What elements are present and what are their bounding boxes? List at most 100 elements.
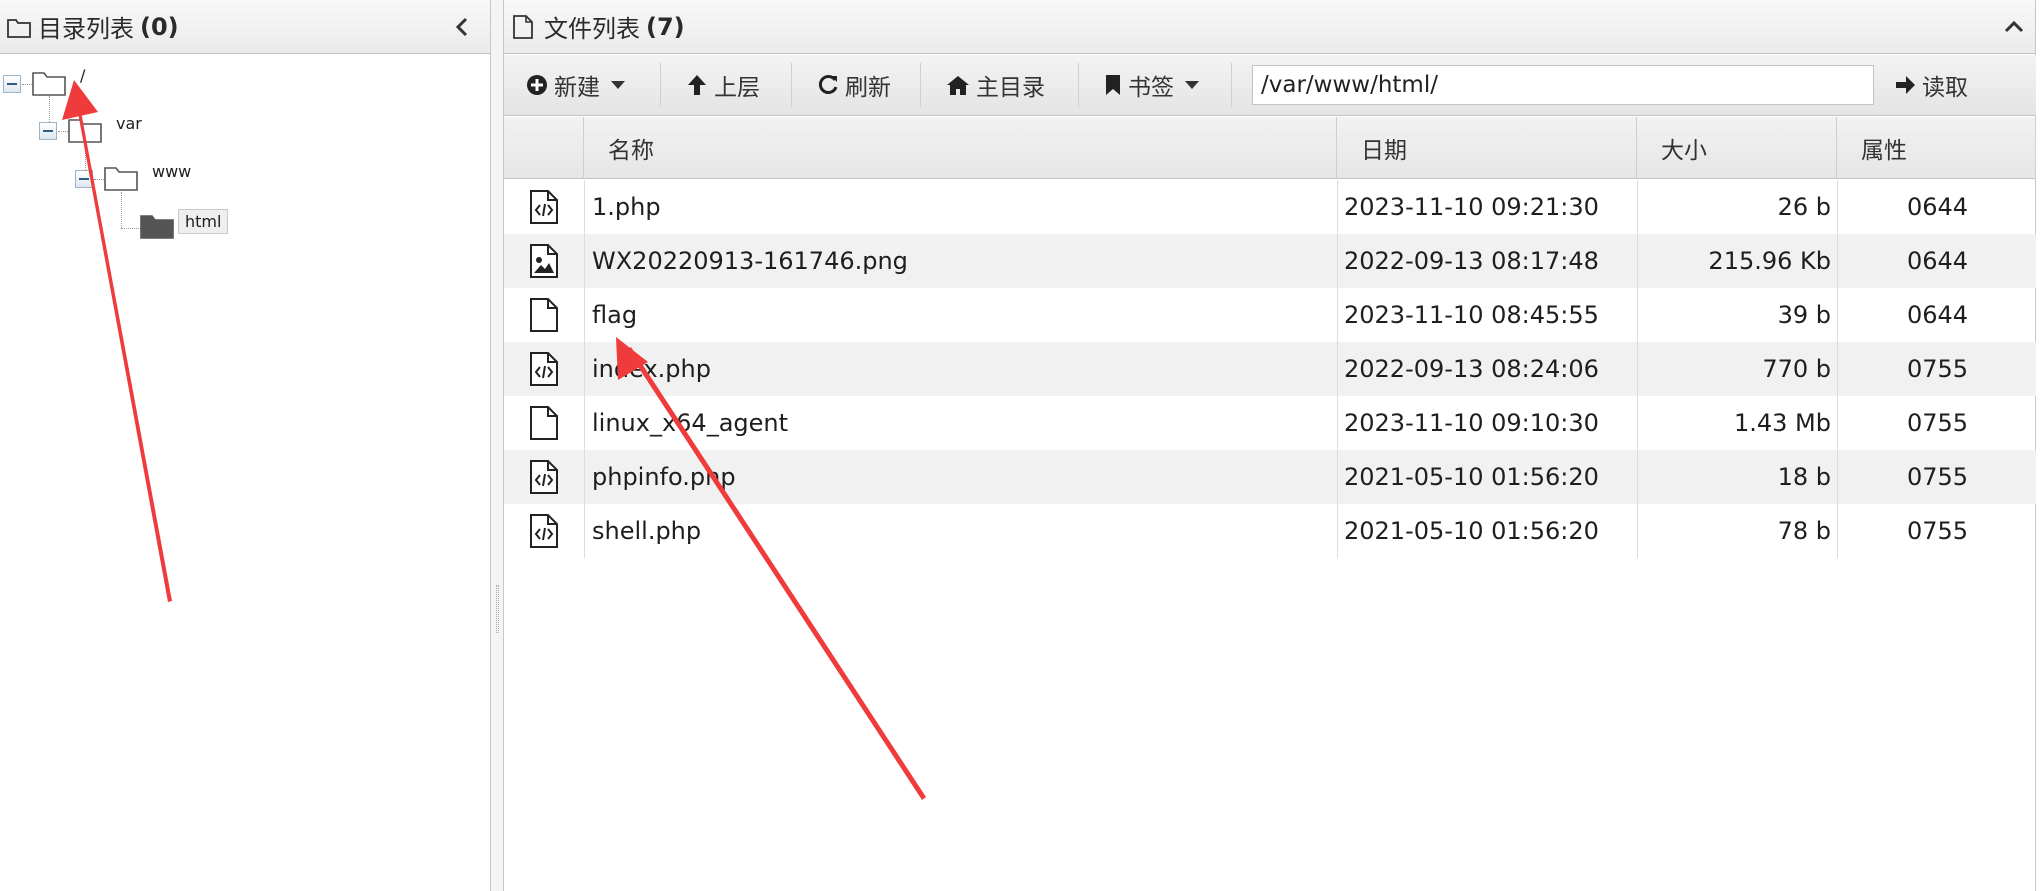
home-button[interactable]: 主目录 <box>946 65 1045 105</box>
tree-item-www[interactable]: www <box>146 160 197 183</box>
tree-collapse-toggle-root[interactable] <box>3 75 21 93</box>
file-row[interactable]: phpinfo.php 2021-05-10 01:56:20 18 b 075… <box>504 450 2036 504</box>
read-label: 读取 <box>1922 75 1968 101</box>
tree-item-html[interactable]: html <box>178 209 229 234</box>
directory-panel-title: 目录列表 <box>38 15 134 43</box>
collapse-file-panel-button[interactable] <box>1999 12 2029 42</box>
file-size: 1.43 Mb <box>1733 409 1831 437</box>
file-list-panel-header: 文件列表 (7) <box>504 0 2035 54</box>
file-size: 770 b <box>1762 355 1831 383</box>
file-list-panel-title: 文件列表 <box>544 15 640 43</box>
up-level-label: 上层 <box>714 75 760 101</box>
file-row[interactable]: index.php 2022-09-13 08:24:06 770 b 0755 <box>504 342 2036 396</box>
chevron-left-icon <box>455 17 468 37</box>
file-size: 26 b <box>1777 193 1831 221</box>
read-button[interactable]: 读取 <box>1894 65 1968 105</box>
up-level-button[interactable]: 上层 <box>686 65 760 105</box>
refresh-button[interactable]: 刷新 <box>817 65 891 105</box>
tree-connector <box>121 228 141 229</box>
file-date: 2023-11-10 09:10:30 <box>1344 409 1599 437</box>
file-row[interactable]: 1.php 2023-11-10 09:21:30 26 b 0644 <box>504 180 2036 234</box>
refresh-icon <box>818 75 838 94</box>
plus-circle-icon <box>527 75 547 95</box>
file-icon <box>512 14 538 40</box>
php-file-icon <box>524 504 564 558</box>
file-size: 78 b <box>1777 517 1831 545</box>
tree-item-root[interactable]: / <box>74 64 91 87</box>
file-attributes: 0644 <box>1907 301 1969 329</box>
file-date: 2022-09-13 08:24:06 <box>1344 355 1599 383</box>
column-header-icon <box>504 117 584 179</box>
caret-down-icon <box>1185 81 1199 89</box>
tree-collapse-toggle-var[interactable] <box>39 122 57 140</box>
file-date: 2022-09-13 08:17:48 <box>1344 247 1599 275</box>
tree-connector <box>94 179 104 180</box>
tree-connector <box>121 192 122 228</box>
column-header-date[interactable]: 日期 <box>1337 117 1637 179</box>
column-header-name[interactable]: 名称 <box>584 117 1337 179</box>
file-name: flag <box>592 301 638 329</box>
file-row[interactable]: flag 2023-11-10 08:45:55 39 b 0644 <box>504 288 2036 342</box>
file-date: 2023-11-10 09:21:30 <box>1344 193 1599 221</box>
collapse-left-panel-button[interactable] <box>448 12 476 42</box>
file-row[interactable]: linux_x64_agent 2023-11-10 09:10:30 1.43… <box>504 396 2036 450</box>
php-file-icon <box>524 450 564 504</box>
file-date: 2021-05-10 01:56:20 <box>1344 517 1599 545</box>
file-name: shell.php <box>592 517 702 545</box>
file-attributes: 0755 <box>1907 355 1969 383</box>
file-name: phpinfo.php <box>592 463 736 491</box>
tree-connector <box>22 84 32 85</box>
blank-file-icon <box>524 288 564 342</box>
tree-connector <box>58 131 68 132</box>
file-count: (7) <box>646 12 685 41</box>
php-file-icon <box>524 342 564 396</box>
folder-outline-icon <box>32 72 66 96</box>
file-name: linux_x64_agent <box>592 409 789 437</box>
php-file-icon <box>524 180 564 234</box>
bookmark-button[interactable]: 书签 <box>1104 65 1206 105</box>
folder-icon <box>6 14 32 40</box>
home-label: 主目录 <box>976 75 1045 101</box>
file-attributes: 0644 <box>1907 247 1969 275</box>
file-date: 2023-11-10 08:45:55 <box>1344 301 1599 329</box>
file-list-panel: 文件列表 (7) 新建 上层 刷新 主目录 书签 /var/www/html/ … <box>504 0 2036 891</box>
column-header-attributes[interactable]: 属性 <box>1837 117 2036 179</box>
tree-collapse-toggle-www[interactable] <box>75 170 93 188</box>
directory-panel-header: 目录列表 (0) <box>0 0 490 54</box>
folder-filled-icon <box>140 215 174 239</box>
file-name: WX20220913-161746.png <box>592 247 908 275</box>
file-toolbar: 新建 上层 刷新 主目录 书签 /var/www/html/ 读取 <box>504 55 2036 116</box>
tree-item-var[interactable]: var <box>110 112 148 135</box>
file-manager-window: 目录列表 (0) / var www html 文件列表 (7) 新建 上层 刷… <box>0 0 2044 891</box>
folder-outline-icon <box>104 167 138 191</box>
file-attributes: 0755 <box>1907 463 1969 491</box>
file-attributes: 0755 <box>1907 517 1969 545</box>
file-row[interactable]: WX20220913-161746.png 2022-09-13 08:17:4… <box>504 234 2036 288</box>
file-size: 215.96 Kb <box>1708 247 1831 275</box>
file-size: 18 b <box>1777 463 1831 491</box>
column-header-size[interactable]: 大小 <box>1637 117 1837 179</box>
bookmark-icon <box>1106 75 1120 95</box>
directory-count: (0) <box>140 12 179 41</box>
folder-outline-icon <box>68 119 102 143</box>
blank-file-icon <box>524 396 564 450</box>
new-button[interactable]: 新建 <box>526 65 632 105</box>
new-button-label: 新建 <box>554 75 600 101</box>
chevron-up-icon <box>2004 20 2024 33</box>
home-icon <box>947 76 969 95</box>
file-name: 1.php <box>592 193 661 221</box>
path-input[interactable] <box>1252 65 1874 105</box>
file-attributes: 0644 <box>1907 193 1969 221</box>
file-attributes: 0755 <box>1907 409 1969 437</box>
arrow-right-icon <box>1896 76 1915 94</box>
file-date: 2021-05-10 01:56:20 <box>1344 463 1599 491</box>
file-name: index.php <box>592 355 711 383</box>
arrow-up-icon <box>688 75 706 95</box>
bookmark-label: 书签 <box>1128 75 1174 101</box>
image-file-icon <box>524 234 564 288</box>
refresh-label: 刷新 <box>845 75 891 101</box>
file-row[interactable]: shell.php 2021-05-10 01:56:20 78 b 0755 <box>504 504 2036 558</box>
caret-down-icon <box>611 81 625 89</box>
panel-splitter[interactable] <box>491 0 504 891</box>
file-grid-header: 名称 日期 大小 属性 <box>504 117 2036 179</box>
